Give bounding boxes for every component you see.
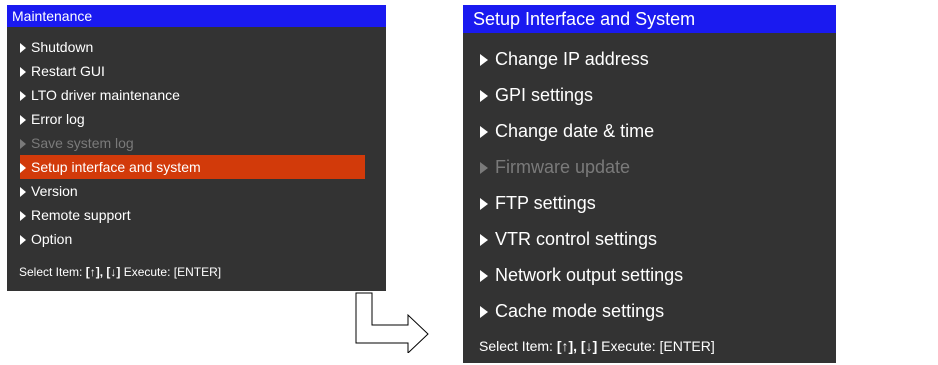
footer-arrow-keys: [↑], [↓]: [85, 265, 121, 279]
menu-item-label: Error log: [31, 111, 85, 127]
menu-item-gpi-settings[interactable]: GPI settings: [463, 77, 836, 113]
menu-item-save-system-log: Save system log: [7, 131, 386, 155]
menu-item-label: Network output settings: [495, 265, 684, 285]
menu-item-change-ip-address[interactable]: Change IP address: [463, 41, 836, 77]
menu-item-label: Remote support: [31, 207, 131, 223]
menu-title: Maintenance: [7, 5, 386, 27]
menu-item-cache-mode-settings[interactable]: Cache mode settings: [463, 293, 836, 329]
menu-item-setup-interface-and-system[interactable]: Setup interface and system: [20, 155, 365, 179]
triangle-right-icon: [480, 162, 488, 175]
menu-item-lto-driver-maintenance[interactable]: LTO driver maintenance: [7, 83, 386, 107]
footer-select-label: Select Item:: [479, 338, 553, 354]
menu-item-ftp-settings[interactable]: FTP settings: [463, 185, 836, 221]
menu-item-restart-gui[interactable]: Restart GUI: [7, 59, 386, 83]
footer-select-label: Select Item:: [19, 265, 83, 279]
menu-item-label: Restart GUI: [31, 63, 105, 79]
footer-execute-label: Execute: [ENTER]: [601, 338, 715, 354]
triangle-right-icon: [480, 306, 488, 319]
menu-item-version[interactable]: Version: [7, 179, 386, 203]
menu-item-label: Save system log: [31, 135, 134, 151]
footer-arrow-keys: [↑], [↓]: [556, 338, 598, 354]
triangle-right-icon: [20, 139, 26, 150]
menu-item-label: Setup interface and system: [31, 159, 201, 175]
triangle-right-icon: [480, 90, 488, 103]
menu-item-option[interactable]: Option: [7, 227, 386, 251]
triangle-right-icon: [480, 54, 488, 67]
menu-item-label: Change IP address: [495, 49, 649, 69]
menu-item-label: FTP settings: [495, 193, 596, 213]
menu-item-shutdown[interactable]: Shutdown: [7, 35, 386, 59]
maintenance-menu: Maintenance Shutdown Restart GUI LTO dri…: [7, 5, 386, 291]
triangle-right-icon: [480, 198, 488, 211]
menu-title: Setup Interface and System: [463, 5, 836, 33]
menu-item-label: VTR control settings: [495, 229, 658, 249]
triangle-right-icon: [20, 235, 26, 246]
menu-item-change-date-time[interactable]: Change date & time: [463, 113, 836, 149]
triangle-right-icon: [480, 234, 488, 247]
menu-item-remote-support[interactable]: Remote support: [7, 203, 386, 227]
menu-item-label: GPI settings: [495, 85, 594, 105]
menu-item-error-log[interactable]: Error log: [7, 107, 386, 131]
menu-item-label: LTO driver maintenance: [31, 87, 180, 103]
menu-item-network-output-settings[interactable]: Network output settings: [463, 257, 836, 293]
setup-interface-menu: Setup Interface and System Change IP add…: [463, 5, 836, 363]
triangle-right-icon: [20, 67, 26, 78]
menu-item-vtr-control-settings[interactable]: VTR control settings: [463, 221, 836, 257]
menu-item-label: Shutdown: [31, 39, 94, 55]
triangle-right-icon: [480, 270, 488, 283]
menu-item-label: Option: [31, 231, 73, 247]
triangle-right-icon: [20, 163, 26, 174]
menu-footer-hint: Select Item: [↑], [↓] Execute: [ENTER]: [479, 338, 715, 354]
menu-list: Shutdown Restart GUI LTO driver maintena…: [7, 35, 386, 251]
menu-footer-hint: Select Item: [↑], [↓] Execute: [ENTER]: [19, 265, 221, 279]
menu-item-label: Cache mode settings: [495, 301, 665, 321]
triangle-right-icon: [20, 115, 26, 126]
triangle-right-icon: [480, 126, 488, 139]
footer-execute-label: Execute: [ENTER]: [123, 265, 222, 279]
menu-item-label: Version: [31, 183, 78, 199]
triangle-right-icon: [20, 43, 26, 54]
menu-item-label: Change date & time: [495, 121, 655, 141]
triangle-right-icon: [20, 91, 26, 102]
triangle-right-icon: [20, 187, 26, 198]
menu-list: Change IP address GPI settings Change da…: [463, 41, 836, 329]
triangle-right-icon: [20, 211, 26, 222]
menu-item-firmware-update: Firmware update: [463, 149, 836, 185]
arrow-down-right-icon: [355, 292, 429, 353]
menu-item-label: Firmware update: [495, 157, 631, 177]
